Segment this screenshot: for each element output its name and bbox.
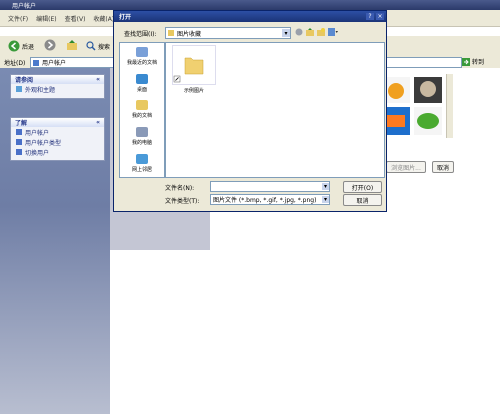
open-dialog: 打开 ? × 查找范围(I): 图片收藏 ▾ 我最近的文档 桌面 我的文档 我的… — [113, 10, 387, 212]
chevron-down-icon[interactable]: ▾ — [282, 29, 290, 37]
forward-arrow-icon — [44, 39, 56, 51]
chevron-down-icon[interactable]: ▾ — [322, 183, 329, 190]
menu-file[interactable]: 文件(F) — [8, 14, 28, 23]
learn-item-account-types[interactable]: 用户帐户类型 — [11, 137, 104, 147]
up-folder-button[interactable] — [66, 39, 78, 53]
file-item-sample-pictures[interactable]: 示例图片 — [172, 45, 216, 95]
learn-item-switch-user[interactable]: 切换用户 — [11, 147, 104, 157]
place-desktop[interactable]: 桌面 — [120, 74, 164, 93]
view-menu-icon[interactable] — [328, 28, 338, 36]
file-thumbnail — [172, 45, 216, 85]
window-titlebar: 用户帐户 — [0, 0, 500, 10]
chevron-down-icon[interactable]: ▾ — [322, 196, 329, 203]
folder-icon — [168, 30, 174, 36]
see-also-item-appearance[interactable]: 外观和主题 — [11, 84, 104, 94]
dialog-title: 打开 — [119, 14, 132, 21]
file-name-input[interactable]: ▾ — [210, 181, 330, 192]
back-icon[interactable] — [295, 28, 303, 36]
place-network[interactable]: 网上邻居 — [120, 154, 164, 173]
learn-item-user-accounts[interactable]: 用户帐户 — [11, 127, 104, 137]
appearance-icon — [16, 86, 22, 92]
up-folder-icon — [67, 40, 78, 50]
help-icon — [16, 129, 22, 135]
see-also-panel: 请参阅 « 外观和主题 — [10, 74, 105, 99]
file-name-label: 文件名(N): — [165, 185, 195, 192]
user-accounts-icon — [33, 59, 39, 66]
my-documents-icon — [136, 100, 148, 110]
go-arrow-icon — [462, 57, 470, 66]
help-button[interactable]: ? — [366, 13, 374, 20]
back-button[interactable]: 后退 — [8, 40, 34, 52]
file-type-label: 文件类型(T): — [165, 198, 200, 205]
my-computer-icon — [136, 127, 148, 137]
close-button[interactable]: × — [376, 13, 384, 20]
forward-button[interactable] — [44, 39, 56, 53]
open-button[interactable]: 打开(O) — [343, 181, 382, 193]
back-arrow-icon — [8, 40, 20, 52]
content-cancel-button[interactable]: 取消 — [432, 161, 454, 173]
cancel-button[interactable]: 取消 — [343, 194, 382, 206]
close-icon: × — [377, 13, 383, 20]
menu-favorites[interactable]: 收藏(A) — [93, 14, 114, 23]
lower-content — [110, 250, 500, 414]
look-in-label: 查找范围(I): — [124, 31, 157, 38]
address-label: 地址(D) — [4, 59, 26, 67]
place-my-documents[interactable]: 我的文档 — [120, 100, 164, 119]
folder-icon — [173, 57, 204, 83]
learn-about-panel: 了解 « 用户帐户 用户帐户类型 切换用户 — [10, 117, 105, 161]
file-type-select[interactable]: 图片文件 (*.bmp, *.gif, *.jpg, *.png) ▾ — [210, 194, 330, 205]
file-list: 示例图片 — [165, 42, 385, 178]
collapse-chevron-icon: « — [96, 76, 100, 83]
help-icon — [16, 149, 22, 155]
see-also-header[interactable]: 请参阅 « — [11, 75, 104, 84]
place-recent-documents[interactable]: 我最近的文档 — [120, 47, 164, 66]
go-button[interactable]: 转到 — [462, 57, 490, 66]
look-in-select[interactable]: 图片收藏 ▾ — [165, 27, 291, 39]
menu-edit[interactable]: 编辑(E) — [36, 14, 56, 23]
help-icon — [16, 139, 22, 145]
menu-view[interactable]: 查看(V) — [65, 14, 86, 23]
places-bar: 我最近的文档 桌面 我的文档 我的电脑 网上邻居 — [119, 42, 165, 178]
search-button[interactable]: 搜索 — [86, 41, 110, 51]
collapse-chevron-icon: « — [96, 119, 100, 126]
dialog-toolbar — [295, 28, 338, 36]
up-folder-icon[interactable] — [306, 28, 314, 36]
thumbnail-scrollbar[interactable] — [446, 74, 453, 138]
network-icon — [136, 154, 148, 164]
picture-thumbnails — [382, 77, 442, 137]
task-pane: 请参阅 « 外观和主题 了解 « 用户帐户 用户帐户类型 切换用户 — [0, 68, 110, 414]
desktop-icon — [136, 74, 148, 84]
learn-about-header[interactable]: 了解 « — [11, 118, 104, 127]
new-folder-icon[interactable] — [317, 28, 325, 36]
thumbnail-images — [382, 77, 442, 135]
dialog-titlebar: 打开 ? × — [114, 11, 386, 22]
browse-pictures-button[interactable]: 浏览图片... — [386, 161, 426, 173]
place-my-computer[interactable]: 我的电脑 — [120, 127, 164, 146]
window-title: 用户帐户 — [12, 2, 37, 10]
search-icon — [86, 41, 96, 51]
recent-documents-icon — [136, 47, 148, 57]
